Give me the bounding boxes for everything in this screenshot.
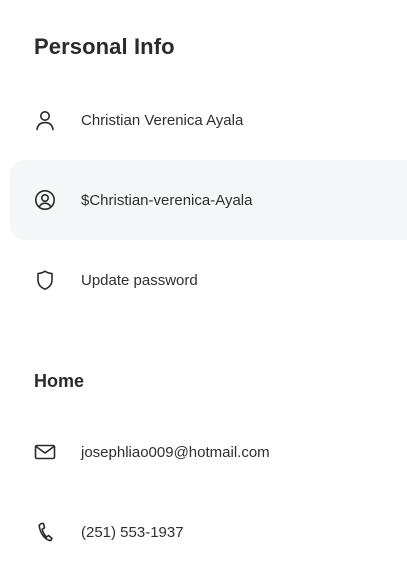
email-label: josephliao009@hotmail.com (81, 443, 270, 461)
update-password-label: Update password (81, 271, 198, 289)
name-label: Christian Verenica Ayala (81, 111, 244, 129)
cashtag-label: $Christian-verenica-Ayala (81, 191, 253, 209)
home-heading: Home (34, 371, 85, 391)
cashtag-row[interactable]: $Christian-verenica-Ayala (10, 160, 407, 240)
name-row[interactable]: Christian Verenica Ayala (10, 80, 407, 160)
shield-icon (34, 269, 56, 291)
mail-icon (34, 441, 56, 463)
personal-info-heading: Personal Info (34, 34, 175, 59)
email-row[interactable]: josephliao009@hotmail.com (10, 412, 407, 492)
personal-info-page: Personal Info Christian Verenica Ayala $… (0, 0, 407, 568)
person-icon (34, 109, 56, 131)
update-password-row[interactable]: Update password (10, 240, 407, 320)
phone-icon (34, 521, 56, 543)
phone-label: (251) 553-1937 (81, 523, 184, 541)
phone-row[interactable]: (251) 553-1937 (10, 492, 407, 568)
user-circle-icon (34, 189, 56, 211)
